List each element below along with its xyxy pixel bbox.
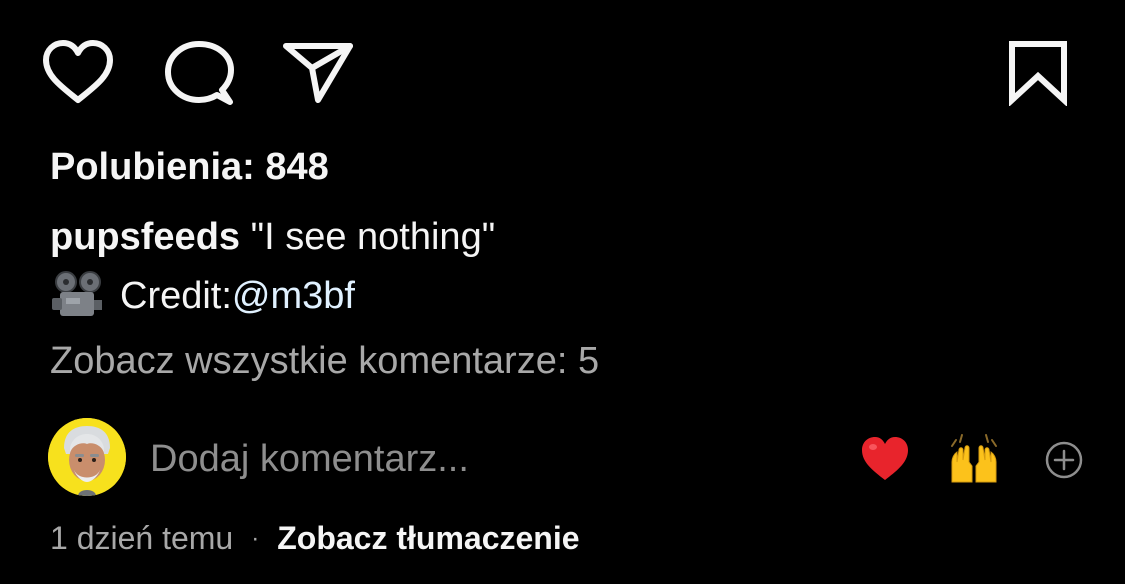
add-comment-input[interactable]	[150, 434, 670, 484]
caption: pupsfeeds "I see nothing"	[50, 216, 495, 259]
film-projector-icon	[50, 270, 106, 322]
paper-plane-icon	[283, 43, 353, 103]
share-button[interactable]	[282, 38, 354, 104]
see-translation-link[interactable]: Zobacz tłumaczenie	[277, 520, 579, 557]
raising-hands-reaction-button[interactable]	[946, 432, 1002, 488]
caption-text: "I see nothing"	[240, 216, 496, 258]
user-avatar-image	[48, 418, 126, 496]
avatar[interactable]	[48, 418, 126, 496]
view-all-comments-link[interactable]: Zobacz wszystkie komentarze: 5	[50, 340, 599, 383]
more-reactions-button[interactable]	[1044, 440, 1084, 480]
post-footer: 1 dzień temu · Zobacz tłumaczenie	[50, 520, 580, 557]
caption-credit-line: Credit: @m3bf	[50, 270, 355, 322]
credit-label: Credit:	[120, 274, 232, 317]
likes-count[interactable]: Polubienia: 848	[50, 146, 329, 189]
plus-circle-icon	[1045, 441, 1083, 479]
credit-mention-link[interactable]: @m3bf	[232, 275, 355, 318]
heart-outline-icon	[43, 40, 113, 103]
separator-dot: ·	[251, 524, 260, 552]
red-heart-icon	[862, 437, 908, 480]
bookmark-icon	[1009, 41, 1067, 106]
post-timestamp: 1 dzień temu	[50, 520, 234, 556]
heart-reaction-button[interactable]	[860, 434, 910, 484]
caption-username[interactable]: pupsfeeds	[50, 216, 240, 258]
raising-hands-icon	[951, 434, 997, 483]
save-button[interactable]	[1006, 40, 1070, 106]
comment-button[interactable]	[164, 40, 234, 106]
speech-bubble-icon	[165, 41, 234, 105]
like-button[interactable]	[42, 40, 114, 106]
